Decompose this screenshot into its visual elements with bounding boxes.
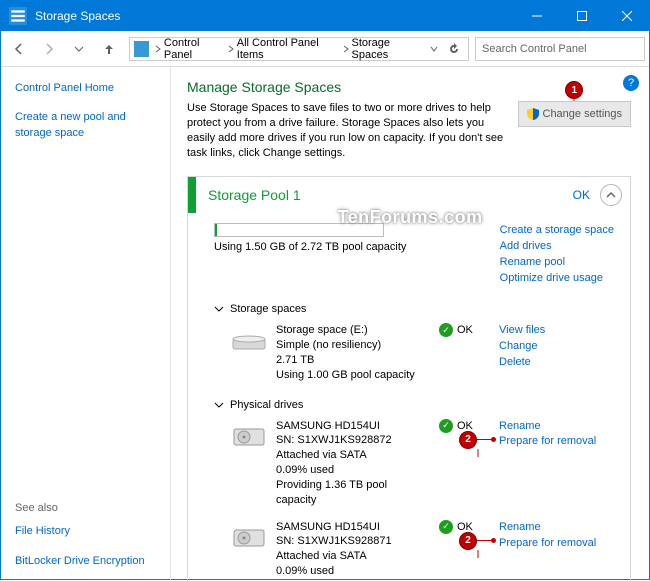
space-size: 2.71 TB (276, 353, 429, 368)
up-button[interactable] (95, 35, 123, 63)
optimize-link[interactable]: Optimize drive usage (500, 271, 614, 287)
chevron-right-icon[interactable] (340, 45, 351, 53)
breadcrumb-item[interactable]: Control Panel (164, 37, 226, 61)
drive-used: 0.09% used (276, 463, 429, 478)
section-toggle[interactable]: Physical drives (214, 399, 614, 411)
pool-header: Storage Pool 1 OK (188, 177, 630, 213)
navbar: Control Panel All Control Panel Items St… (1, 31, 649, 67)
drive-attach: Attached via SATA (276, 549, 429, 564)
physical-drive-item: SAMSUNG HD154UI SN: S1XWJ1KS928871 Attac… (214, 520, 614, 581)
app-icon (9, 7, 27, 25)
drive-sn: SN: S1XWJ1KS928872 (276, 433, 429, 448)
drive-name: SAMSUNG HD154UI (276, 419, 429, 434)
ok-icon: ✓ (439, 419, 453, 433)
ok-icon: ✓ (439, 520, 453, 534)
recent-dropdown[interactable] (65, 35, 93, 63)
location-icon (134, 41, 149, 57)
ok-icon: ✓ (439, 323, 453, 337)
minimize-button[interactable] (514, 1, 559, 31)
annotation-badge-2: 2 (459, 532, 496, 550)
rename-pool-link[interactable]: Rename pool (500, 255, 614, 271)
breadcrumb-item[interactable]: All Control Panel Items (237, 37, 341, 61)
storage-space-item: Storage space (E:) Simple (no resiliency… (214, 323, 614, 382)
chevron-down-icon (214, 400, 224, 410)
search-input[interactable]: Search Control Panel (475, 37, 645, 61)
space-resiliency: Simple (no resiliency) (276, 338, 429, 353)
chevron-right-icon[interactable] (153, 45, 164, 53)
bitlocker-link[interactable]: BitLocker Drive Encryption (15, 554, 160, 569)
hdd-icon (232, 526, 266, 550)
breadcrumb-item[interactable]: Storage Spaces (352, 37, 425, 61)
usage-text: Using 1.50 GB of 2.72 TB pool capacity (214, 241, 480, 253)
annotation-badge-2: 2 (459, 431, 496, 449)
drive-icon (232, 329, 266, 353)
pool-title: Storage Pool 1 (196, 187, 573, 203)
sidebar: Control Panel Home Create a new pool and… (1, 67, 171, 581)
chevron-down-icon (214, 304, 224, 314)
annotation-badge-1: 1 (565, 81, 583, 99)
hdd-icon (232, 425, 266, 449)
refresh-button[interactable] (444, 43, 464, 55)
close-button[interactable] (604, 1, 649, 31)
see-also-label: See also (15, 502, 160, 514)
prepare-removal-link[interactable]: Prepare for removal (499, 434, 614, 450)
address-dropdown[interactable] (424, 43, 444, 55)
usage-progress (214, 223, 384, 237)
storage-pool-card: Storage Pool 1 OK Using 1.50 GB of 2.72 … (187, 176, 631, 581)
change-link[interactable]: Change (499, 339, 614, 355)
prepare-removal-link[interactable]: Prepare for removal (499, 536, 614, 552)
section-heading: Physical drives (230, 399, 303, 411)
status-bar (188, 177, 196, 213)
create-pool-link[interactable]: Create a new pool and storage space (15, 110, 160, 141)
pool-status: OK (573, 188, 590, 202)
change-settings-label: Change settings (543, 108, 623, 120)
drive-used: 0.09% used (276, 564, 429, 579)
drive-attach: Attached via SATA (276, 448, 429, 463)
drive-name: SAMSUNG HD154UI (276, 520, 429, 535)
physical-drives-section: Physical drives SAMSUNG HD154UI SN: S1XW… (214, 399, 614, 581)
intro-text: Use Storage Spaces to save files to two … (187, 101, 508, 160)
chevron-right-icon[interactable] (226, 45, 237, 53)
space-name: Storage space (E:) (276, 323, 429, 338)
help-icon[interactable]: ? (623, 75, 639, 91)
section-toggle[interactable]: Storage spaces (214, 303, 614, 315)
shield-icon (527, 108, 539, 120)
maximize-button[interactable] (559, 1, 604, 31)
space-usage: Using 1.00 GB pool capacity (276, 368, 429, 383)
add-drives-link[interactable]: Add drives (500, 239, 614, 255)
section-heading: Storage spaces (230, 303, 306, 315)
rename-drive-link[interactable]: Rename (499, 419, 614, 435)
window-title: Storage Spaces (35, 9, 514, 23)
drive-providing: Providing 1.36 TB pool capacity (276, 478, 429, 508)
titlebar: Storage Spaces (1, 1, 649, 31)
address-bar[interactable]: Control Panel All Control Panel Items St… (129, 37, 469, 61)
main-content: ? Manage Storage Spaces Use Storage Spac… (171, 67, 649, 581)
physical-drive-item: SAMSUNG HD154UI SN: S1XWJ1KS928872 Attac… (214, 419, 614, 508)
storage-spaces-section: Storage spaces Storage space (E:) Simple… (214, 303, 614, 382)
collapse-button[interactable] (600, 184, 622, 206)
view-files-link[interactable]: View files (499, 323, 614, 339)
back-button[interactable] (5, 35, 33, 63)
rename-drive-link[interactable]: Rename (499, 520, 614, 536)
create-storage-space-link[interactable]: Create a storage space (500, 223, 614, 239)
forward-button[interactable] (35, 35, 63, 63)
change-settings-button[interactable]: Change settings (518, 101, 632, 127)
pool-actions: Create a storage space Add drives Rename… (500, 223, 614, 287)
delete-link[interactable]: Delete (499, 355, 614, 371)
status-text: OK (457, 324, 473, 336)
control-panel-home-link[interactable]: Control Panel Home (15, 81, 160, 96)
file-history-link[interactable]: File History (15, 524, 160, 539)
drive-sn: SN: S1XWJ1KS928871 (276, 534, 429, 549)
